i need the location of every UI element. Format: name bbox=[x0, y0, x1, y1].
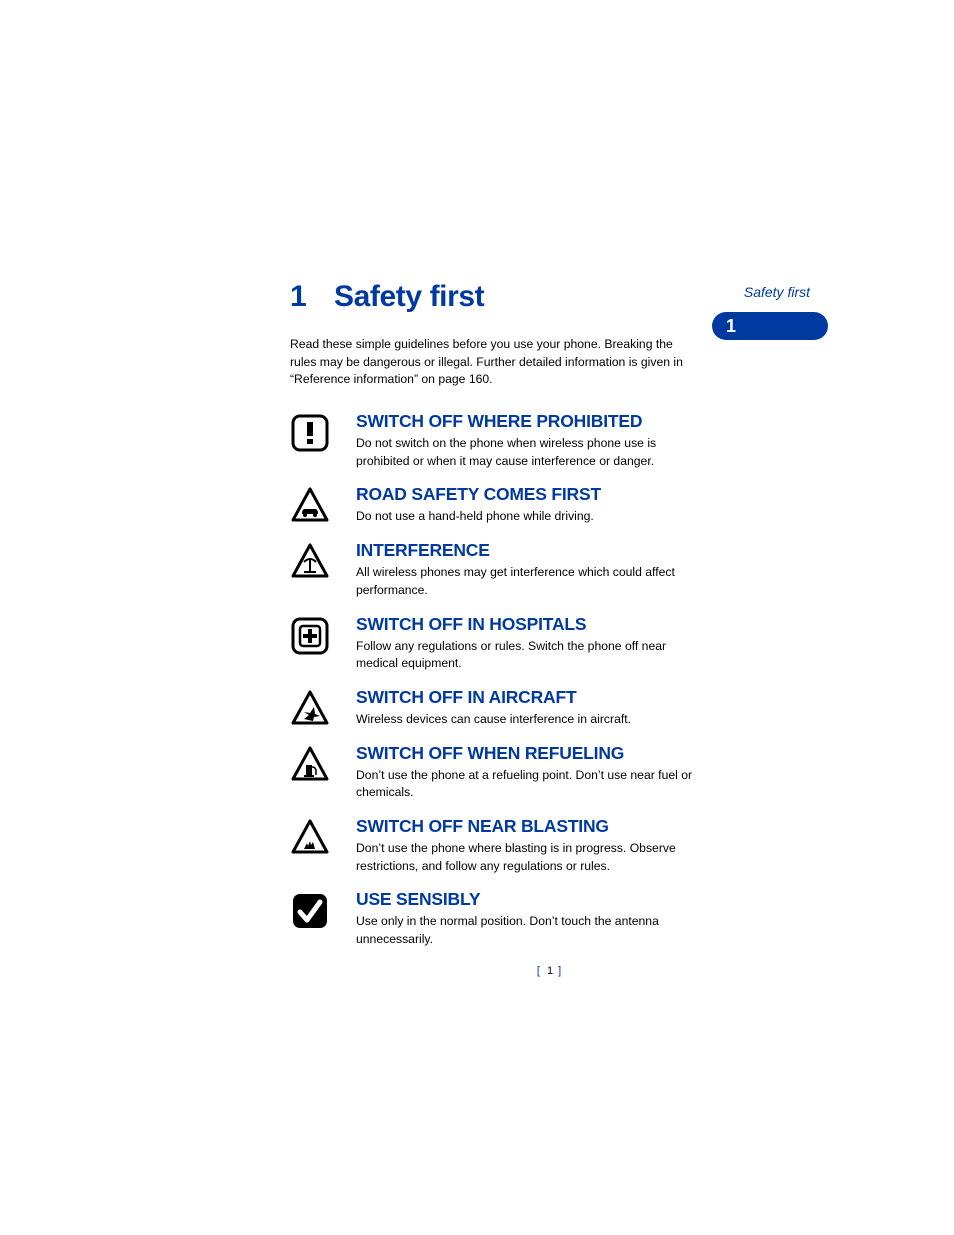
item-body: Don’t use the phone at a refueling point… bbox=[356, 767, 702, 802]
hospital-icon bbox=[290, 616, 330, 656]
item-body: Wireless devices can cause interference … bbox=[356, 711, 702, 729]
safety-item: SWITCH OFF NEAR BLASTING Don’t use the p… bbox=[290, 816, 810, 875]
item-heading: INTERFERENCE bbox=[356, 540, 702, 561]
item-body: All wireless phones may get interference… bbox=[356, 564, 702, 599]
item-body: Follow any regulations or rules. Switch … bbox=[356, 638, 702, 673]
chapter-title-text: Safety first bbox=[334, 280, 484, 313]
safety-item: INTERFERENCE All wireless phones may get… bbox=[290, 540, 810, 599]
safety-item: SWITCH OFF IN HOSPITALS Follow any regul… bbox=[290, 614, 810, 673]
safety-items: SWITCH OFF WHERE PROHIBITED Do not switc… bbox=[290, 411, 810, 949]
item-heading: ROAD SAFETY COMES FIRST bbox=[356, 484, 702, 505]
item-heading: SWITCH OFF NEAR BLASTING bbox=[356, 816, 702, 837]
antenna-warning-icon bbox=[290, 542, 330, 580]
safety-item: USE SENSIBLY Use only in the normal posi… bbox=[290, 889, 810, 948]
safety-item: SWITCH OFF IN AIRCRAFT Wireless devices … bbox=[290, 687, 810, 729]
item-body: Do not switch on the phone when wireless… bbox=[356, 435, 702, 470]
item-body: Do not use a hand-held phone while drivi… bbox=[356, 508, 702, 526]
item-heading: SWITCH OFF WHEN REFUELING bbox=[356, 743, 702, 764]
fuel-warning-icon bbox=[290, 745, 330, 783]
intro-paragraph: Read these simple guidelines before you … bbox=[290, 336, 690, 389]
item-heading: USE SENSIBLY bbox=[356, 889, 702, 910]
chapter-title: 1Safety first bbox=[290, 280, 810, 314]
item-heading: SWITCH OFF IN HOSPITALS bbox=[356, 614, 702, 635]
item-body: Use only in the normal position. Don’t t… bbox=[356, 913, 702, 948]
chapter-number: 1 bbox=[290, 280, 334, 314]
blast-warning-icon bbox=[290, 818, 330, 856]
airplane-warning-icon bbox=[290, 689, 330, 727]
page-footer: [ 1 ] bbox=[290, 965, 810, 977]
item-body: Don’t use the phone where blasting is in… bbox=[356, 840, 702, 875]
checkmark-icon bbox=[290, 891, 330, 931]
chapter-tab-number: 1 bbox=[726, 316, 736, 337]
chapter-tab: 1 bbox=[712, 312, 828, 340]
safety-item: SWITCH OFF WHERE PROHIBITED Do not switc… bbox=[290, 411, 810, 470]
running-header: Safety first bbox=[744, 284, 810, 300]
exclamation-icon bbox=[290, 413, 330, 453]
car-warning-icon bbox=[290, 486, 330, 524]
item-heading: SWITCH OFF IN AIRCRAFT bbox=[356, 687, 702, 708]
item-heading: SWITCH OFF WHERE PROHIBITED bbox=[356, 411, 702, 432]
safety-item: ROAD SAFETY COMES FIRST Do not use a han… bbox=[290, 484, 810, 526]
safety-item: SWITCH OFF WHEN REFUELING Don’t use the … bbox=[290, 743, 810, 802]
